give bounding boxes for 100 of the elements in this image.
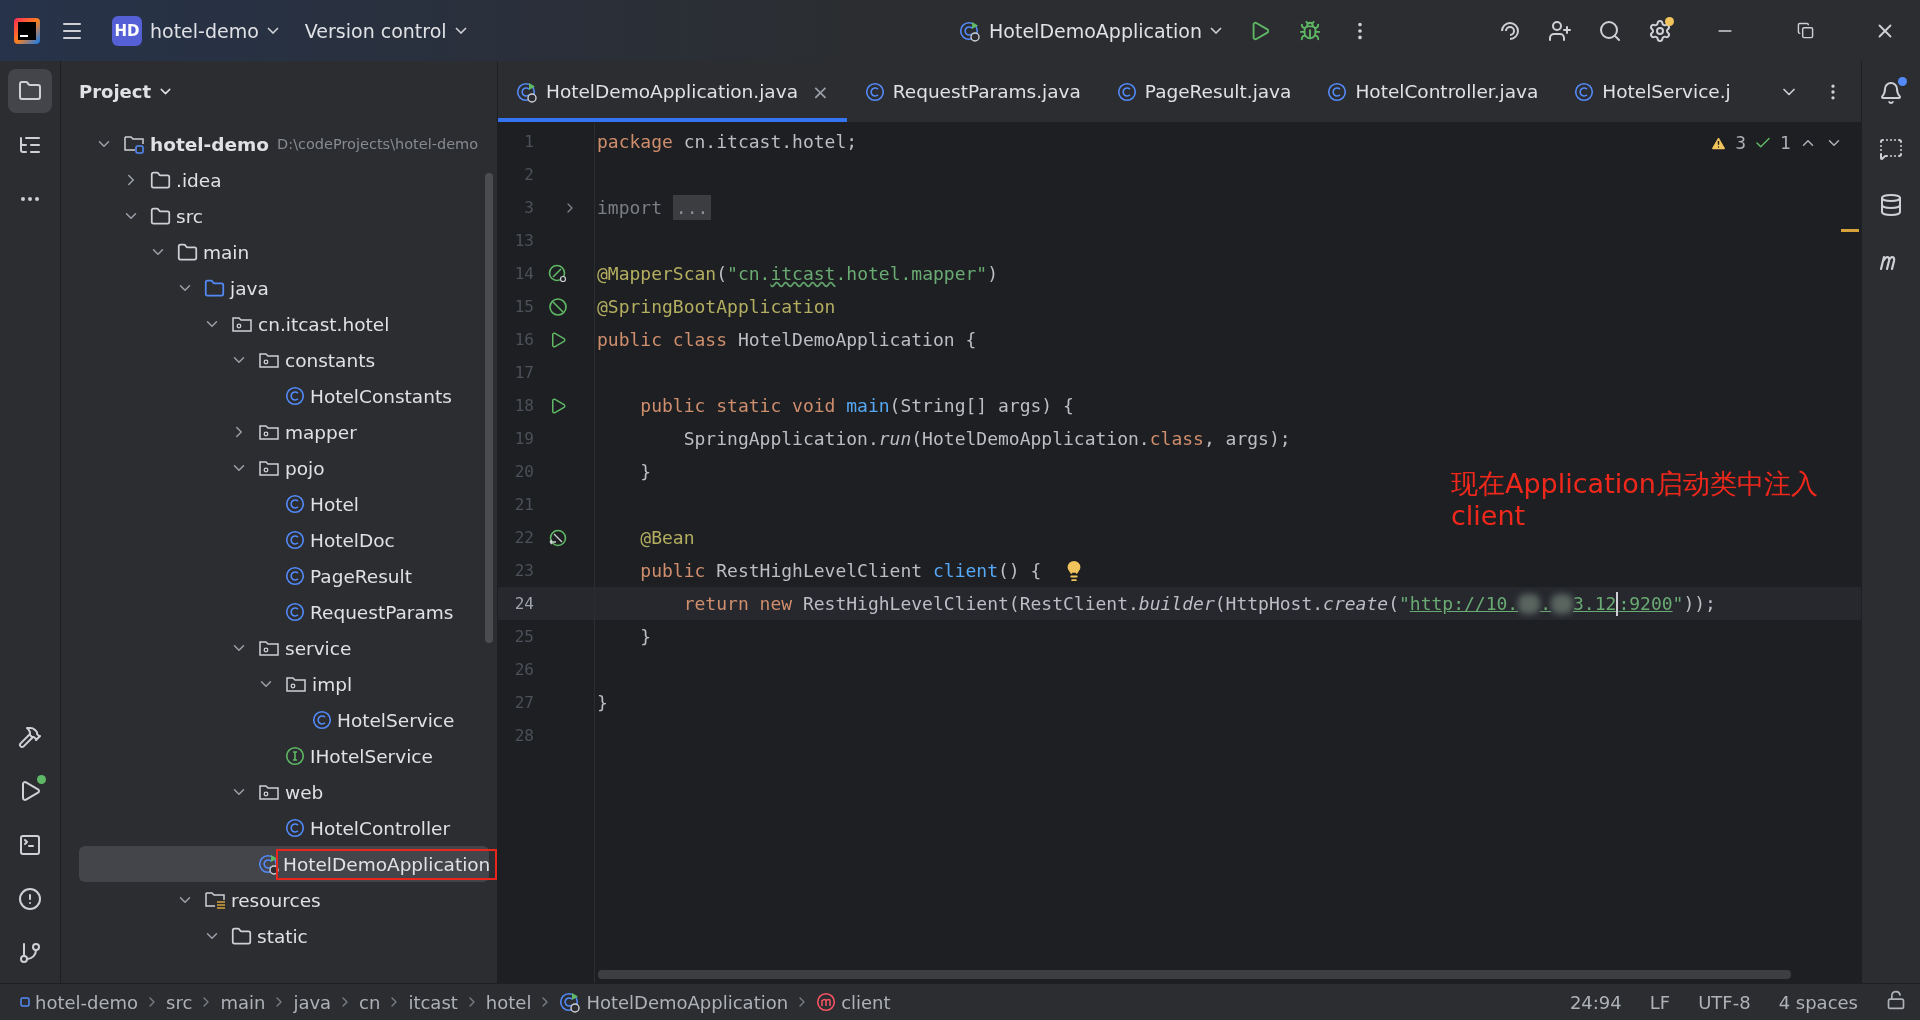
text-cursor xyxy=(1616,591,1619,616)
tree-item[interactable]: main xyxy=(203,241,250,263)
scrollbar[interactable] xyxy=(598,970,1791,979)
code-text: @Bean xyxy=(639,527,695,548)
notifications-icon[interactable] xyxy=(1879,81,1903,105)
breadcrumb[interactable]: java xyxy=(293,991,332,1013)
status-item[interactable]: UTF-8 xyxy=(1698,991,1751,1013)
dropdown-chevron-icon xyxy=(266,27,279,34)
editor-tab[interactable]: PageResult.java xyxy=(1098,61,1310,122)
package-icon xyxy=(285,674,307,694)
url-text[interactable]: . xyxy=(1540,593,1552,614)
annotation-text: 现在Application启动类中注入client xyxy=(1451,468,1819,533)
tree-item[interactable]: java xyxy=(230,277,269,299)
url-text[interactable]: http://10. xyxy=(1409,593,1519,614)
run-icon[interactable] xyxy=(549,330,567,349)
tree-item[interactable]: mapper xyxy=(285,421,357,443)
line-number: 24 xyxy=(513,594,534,613)
class-icon xyxy=(285,818,305,838)
tab-label: HotelDemoApplication.java xyxy=(546,81,798,102)
code-text: client xyxy=(932,560,998,581)
breadcrumb[interactable]: main xyxy=(220,991,266,1013)
tree-item[interactable]: .idea xyxy=(176,169,222,191)
code-text: )); xyxy=(1683,593,1716,614)
tree-item[interactable]: static xyxy=(257,925,308,947)
warning-icon[interactable] xyxy=(1710,134,1728,152)
tree-item[interactable]: constants xyxy=(285,349,376,371)
code-text: , args); xyxy=(1203,428,1291,449)
project-selector[interactable]: HD hotel-demo xyxy=(104,9,287,52)
class-icon xyxy=(285,386,305,406)
database-icon[interactable] xyxy=(1879,193,1903,217)
git-branch-icon[interactable] xyxy=(18,941,42,965)
tree-item[interactable]: RequestParams xyxy=(310,601,454,623)
breadcrumb[interactable]: HotelDemoApplication xyxy=(586,991,789,1013)
panel-title[interactable]: Project xyxy=(79,81,152,102)
status-item[interactable]: 24:94 xyxy=(1569,991,1622,1013)
class-icon xyxy=(285,530,305,550)
checks-count[interactable]: 1 xyxy=(1780,133,1791,153)
code-text: " xyxy=(1398,593,1410,614)
url-text[interactable]: 3.12 xyxy=(1573,593,1617,614)
tree-item[interactable]: HotelConstants xyxy=(310,385,452,407)
app-logo[interactable] xyxy=(14,17,40,44)
warnings-count[interactable]: 3 xyxy=(1735,133,1747,153)
breadcrumb[interactable]: itcast xyxy=(408,991,458,1013)
folder-icon xyxy=(150,205,171,227)
code-text: } xyxy=(597,692,608,713)
url-text[interactable]: :9200 xyxy=(1618,593,1673,614)
problems-icon[interactable] xyxy=(18,887,42,911)
breadcrumb[interactable]: hotel-demo xyxy=(35,991,139,1013)
tree-item[interactable]: impl xyxy=(312,673,353,695)
project-folder-icon[interactable] xyxy=(18,79,42,103)
class-icon xyxy=(1327,81,1348,102)
tree-item[interactable]: hotel-demo xyxy=(150,133,270,155)
vcs-menu[interactable]: Version control xyxy=(296,13,475,48)
tree-item[interactable]: cn.itcast.hotel xyxy=(258,313,390,335)
package-icon xyxy=(258,422,280,442)
tree-item[interactable]: HotelController xyxy=(310,817,450,839)
bean-search-icon[interactable] xyxy=(548,263,568,284)
run-icon[interactable] xyxy=(549,396,567,415)
tab-label: HotelService.j xyxy=(1602,81,1731,102)
tree-item[interactable]: PageResult xyxy=(310,565,412,587)
tree-item[interactable]: src xyxy=(176,205,203,227)
editor-tab[interactable]: RequestParams.java xyxy=(846,61,1099,122)
terminal-icon[interactable] xyxy=(18,833,42,857)
tree-item[interactable]: service xyxy=(285,637,352,659)
code-text: main xyxy=(846,395,890,416)
run-configuration[interactable]: HotelDemoApplication xyxy=(951,13,1230,48)
tab-label: HotelController.java xyxy=(1355,81,1539,102)
tree-item[interactable]: HotelService xyxy=(337,709,455,731)
status-item[interactable]: LF xyxy=(1649,991,1671,1013)
hammer-icon[interactable] xyxy=(18,725,42,749)
code-text: SpringApplication. xyxy=(682,428,879,449)
class-icon xyxy=(285,602,305,622)
tree-item[interactable]: resources xyxy=(231,889,321,911)
spring-icon xyxy=(548,296,568,317)
tree-item[interactable]: IHotelService xyxy=(310,745,433,767)
bean-icon[interactable] xyxy=(548,527,568,548)
code-text: " xyxy=(1672,593,1684,614)
blurred-text xyxy=(1551,593,1574,614)
module-icon xyxy=(20,997,30,1007)
tree-item[interactable]: HotelDoc xyxy=(310,529,395,551)
breadcrumb[interactable]: client xyxy=(841,991,891,1013)
tab-close[interactable]: × xyxy=(812,79,829,104)
scrollbar[interactable] xyxy=(485,173,493,643)
breadcrumb[interactable]: hotel xyxy=(485,991,532,1013)
class-icon xyxy=(1574,81,1595,102)
editor-tab[interactable]: HotelDemoApplication.java × xyxy=(498,61,847,122)
editor-tab[interactable]: HotelService.j xyxy=(1556,61,1749,122)
settings-icon[interactable] xyxy=(1648,18,1672,43)
tree-item[interactable]: Hotel xyxy=(310,493,359,515)
code-text: (HotelDemoApplication. xyxy=(911,428,1150,449)
class-icon xyxy=(864,81,885,102)
tree-item[interactable]: pojo xyxy=(285,457,325,479)
tree-item[interactable]: web xyxy=(285,781,324,803)
status-item[interactable]: 4 spaces xyxy=(1778,991,1858,1013)
chat-icon[interactable] xyxy=(1879,137,1903,161)
app-class-icon xyxy=(258,853,280,875)
editor-tab[interactable]: HotelController.java xyxy=(1309,61,1557,122)
highlighted-tree-item[interactable]: HotelDemoApplication xyxy=(276,848,497,880)
breadcrumb[interactable]: cn xyxy=(359,991,381,1013)
breadcrumb[interactable]: src xyxy=(166,991,193,1013)
